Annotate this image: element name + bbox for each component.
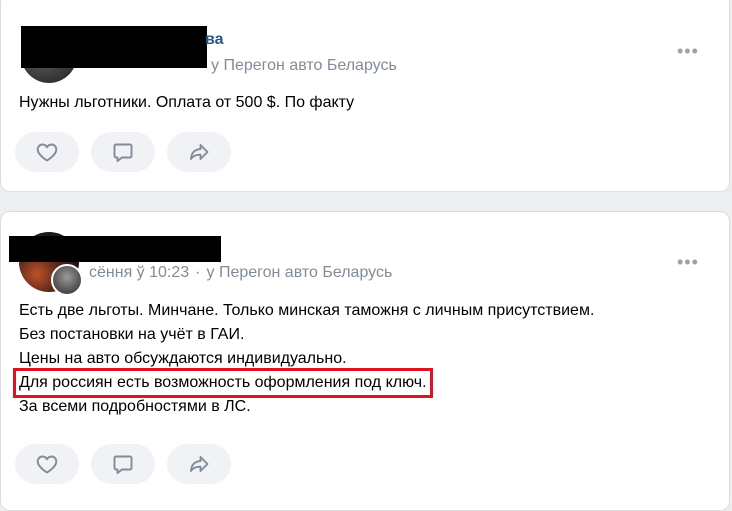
heart-icon (36, 143, 58, 162)
post-text-line: Без постановки на учёт в ГАИ. (19, 326, 245, 343)
more-options-button[interactable]: ••• (677, 41, 699, 62)
redacted-author-name (9, 236, 221, 262)
share-icon (190, 144, 209, 160)
heart-icon (36, 455, 58, 474)
share-button[interactable] (167, 132, 231, 172)
post-text-line: Нужны льготники. Оплата от 500 $. По фак… (19, 94, 355, 111)
like-button[interactable] (15, 444, 79, 484)
community-link[interactable]: у Перегон авто Беларусь (211, 57, 397, 74)
author-name[interactable]: ва (205, 31, 224, 49)
avatar-badge (51, 264, 83, 296)
post-text-line: За всеми подробностями в ЛС. (19, 398, 251, 415)
comment-icon (113, 143, 133, 162)
more-options-button[interactable]: ••• (677, 252, 699, 273)
post-meta: у Перегон авто Беларусь (211, 57, 397, 75)
post-card-2: сёння ў 10:23 · у Перегон авто Беларусь ••… (0, 211, 730, 511)
share-button[interactable] (167, 444, 231, 484)
meta-separator: · (195, 264, 201, 281)
post-text-line: Цены на авто обсуждаются индивидуально. (19, 350, 347, 367)
comment-button[interactable] (91, 132, 155, 172)
share-icon (190, 456, 209, 472)
redacted-author-name (21, 26, 207, 68)
highlighted-post-text-line: Для россиян есть возможность оформления … (13, 368, 433, 398)
like-button[interactable] (15, 132, 79, 172)
post-text: Нужны льготники. Оплата от 500 $. По фак… (19, 91, 354, 115)
post-time[interactable]: сёння ў 10:23 (89, 264, 189, 281)
post-card-1: ва у Перегон авто Беларусь ••• Нужны льг… (0, 0, 730, 192)
post-text: Есть две льготы. Минчане. Только минская… (13, 299, 595, 419)
post-actions (15, 132, 231, 172)
post-meta: сёння ў 10:23 · у Перегон авто Беларусь (89, 264, 392, 282)
post-actions (15, 444, 231, 484)
post-text-line: Есть две льготы. Минчане. Только минская… (19, 302, 595, 319)
community-link[interactable]: у Перегон авто Беларусь (207, 264, 393, 281)
comment-icon (113, 455, 133, 474)
comment-button[interactable] (91, 444, 155, 484)
